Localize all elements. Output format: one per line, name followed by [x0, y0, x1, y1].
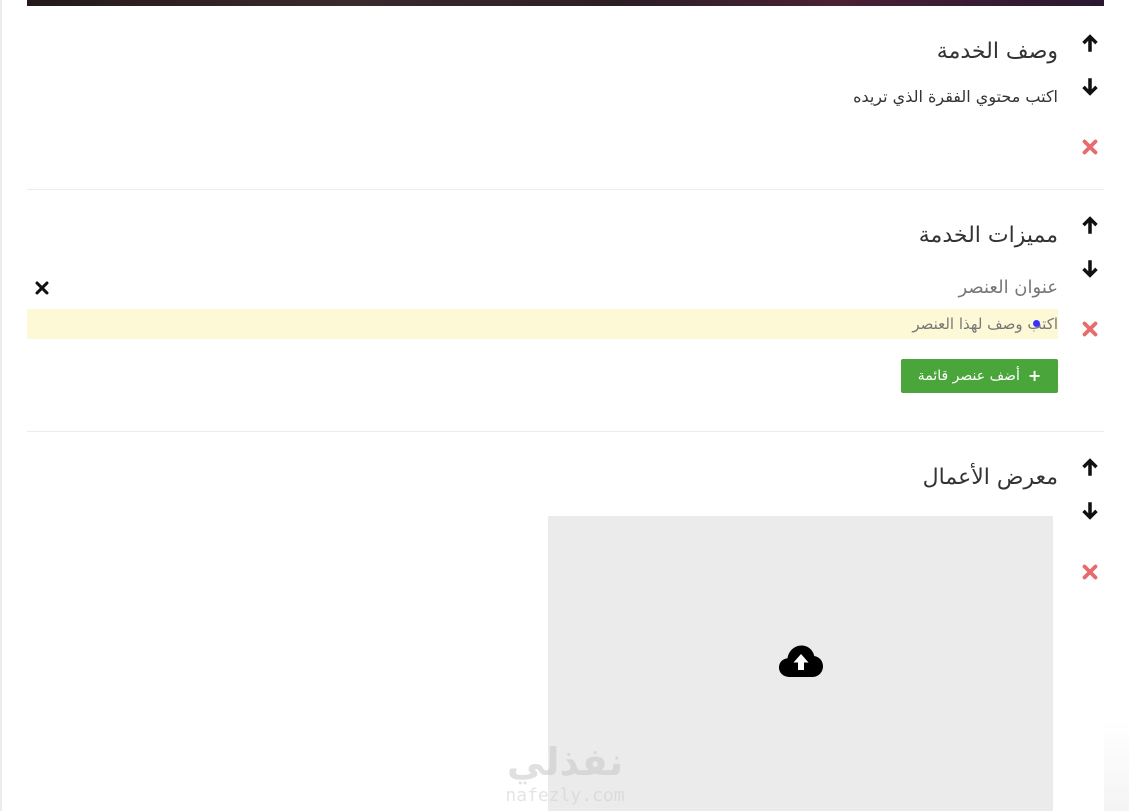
- move-up-button[interactable]: [1079, 456, 1101, 478]
- scroll-shadow: [1104, 720, 1129, 811]
- section-body-text[interactable]: اكتب محتوي الفقرة الذي تريده: [853, 86, 1058, 108]
- arrow-up-icon: [1082, 34, 1098, 52]
- section-service-description: وصف الخدمة اكتب محتوي الفقرة الذي تريده: [27, 6, 1104, 190]
- cloud-upload-icon: [778, 644, 824, 678]
- section-title[interactable]: معرض الأعمال: [923, 464, 1058, 492]
- close-icon: [35, 281, 49, 295]
- move-down-button[interactable]: [1079, 500, 1101, 522]
- list-item-title[interactable]: عنوان العنصر: [958, 276, 1058, 300]
- section-service-features: مميزات الخدمة عنوان العنصر اكتب وصف لهذا…: [27, 190, 1104, 432]
- section-portfolio: معرض الأعمال: [27, 432, 1104, 811]
- page-left-border: [0, 0, 2, 811]
- section-title[interactable]: مميزات الخدمة: [919, 222, 1058, 250]
- add-list-item-label: أضف عنصر قائمة: [917, 368, 1020, 384]
- arrow-down-icon: [1082, 78, 1098, 96]
- close-icon: [1082, 321, 1098, 337]
- arrow-down-icon: [1082, 260, 1098, 278]
- delete-section-button[interactable]: [1079, 561, 1101, 583]
- move-up-button[interactable]: [1079, 32, 1101, 54]
- arrow-up-icon: [1082, 458, 1098, 476]
- delete-section-button[interactable]: [1079, 136, 1101, 158]
- add-list-item-button[interactable]: + أضف عنصر قائمة: [901, 359, 1058, 393]
- arrow-down-icon: [1082, 502, 1098, 520]
- image-upload-dropzone[interactable]: [548, 516, 1053, 811]
- arrow-up-icon: [1082, 216, 1098, 234]
- section-title[interactable]: وصف الخدمة: [937, 38, 1058, 66]
- move-down-button[interactable]: [1079, 76, 1101, 98]
- remove-list-item-button[interactable]: [33, 279, 51, 297]
- close-icon: [1082, 139, 1098, 155]
- close-icon: [1082, 564, 1098, 580]
- move-down-button[interactable]: [1079, 258, 1101, 280]
- list-item-description-field[interactable]: اكتب وصف لهذا العنصر: [27, 309, 1058, 339]
- delete-section-button[interactable]: [1079, 318, 1101, 340]
- plus-icon: +: [1027, 366, 1042, 385]
- text-cursor: [1033, 320, 1040, 327]
- move-up-button[interactable]: [1079, 214, 1101, 236]
